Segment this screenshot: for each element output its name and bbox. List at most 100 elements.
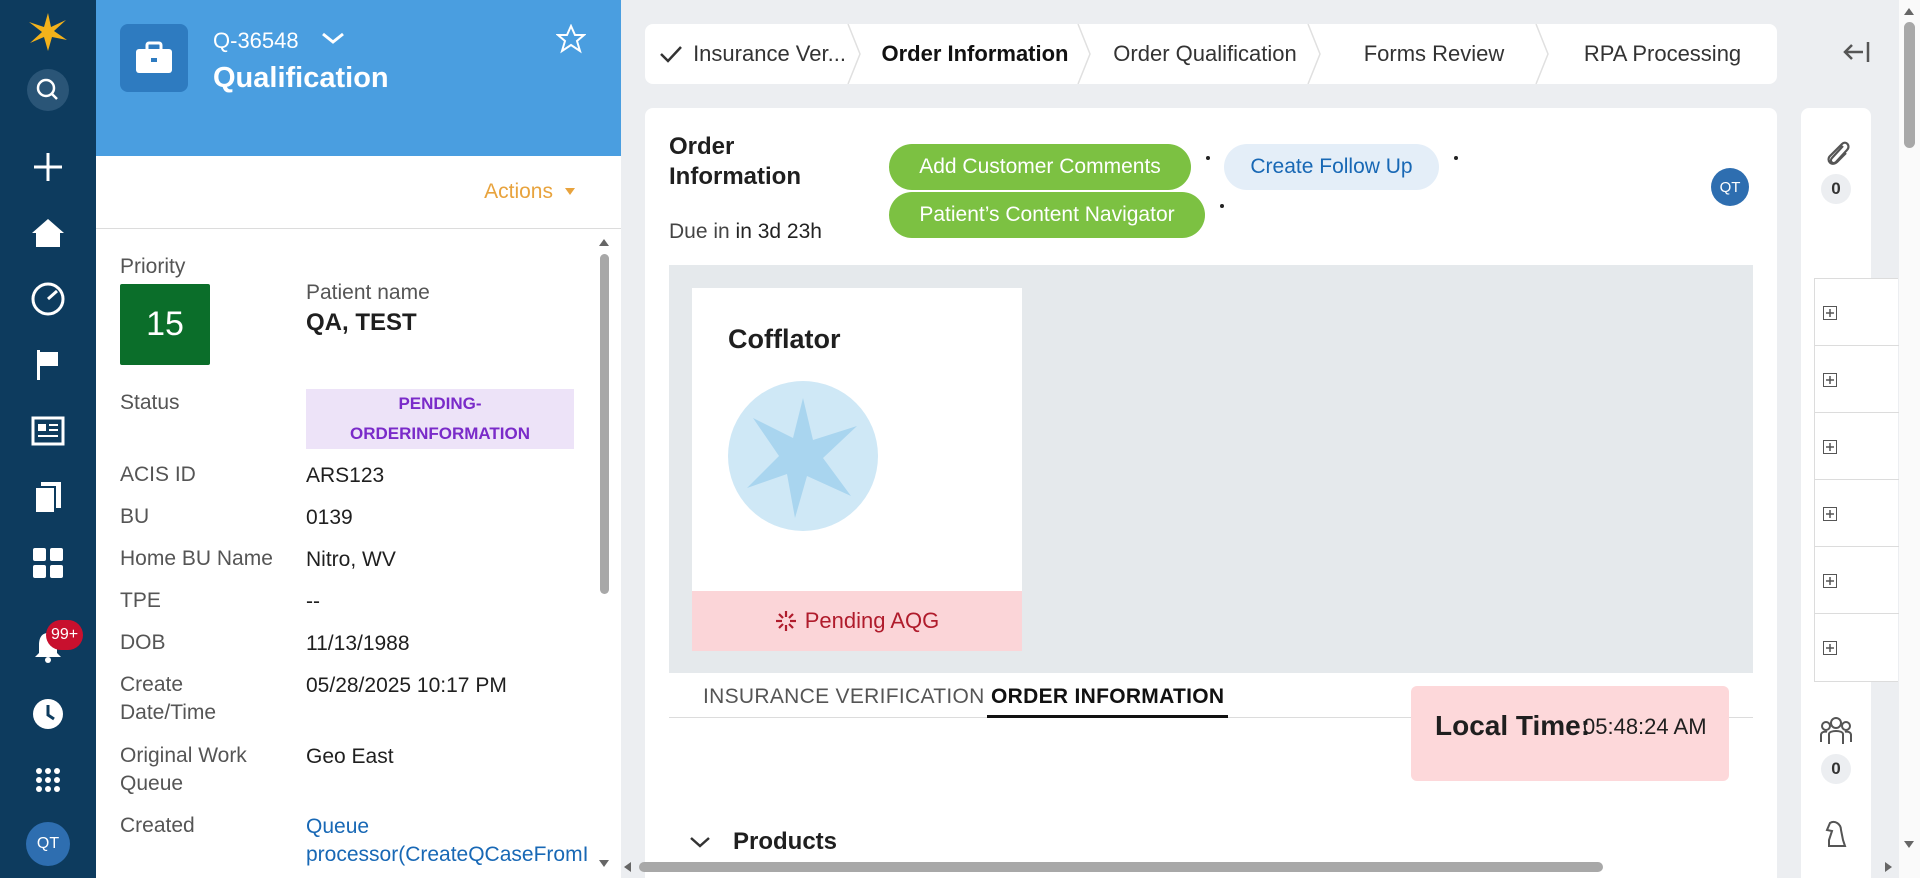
bu-value: 0139 xyxy=(306,506,353,529)
tpe-value: -- xyxy=(306,590,320,613)
divider xyxy=(96,228,621,229)
home-bu-label: Home BU Name xyxy=(120,547,273,570)
separator-dot xyxy=(1206,156,1210,160)
create-follow-up-button[interactable]: Create Follow Up xyxy=(1224,144,1439,190)
created-by-link[interactable]: Queue processor(CreateQCaseFromI xyxy=(306,813,596,869)
horizontal-scrollbar[interactable] xyxy=(621,858,1899,874)
product-name: Cofflator xyxy=(728,324,841,354)
stage-order-qualification[interactable]: Order Qualification xyxy=(1090,24,1321,84)
original-work-queue-label: Original Work Queue xyxy=(120,742,247,798)
spinner-icon xyxy=(775,611,796,631)
expand-plus-icon[interactable] xyxy=(1823,507,1837,521)
local-time-box: Local Time: 05:48:24 AM xyxy=(1411,686,1729,781)
history-icon[interactable] xyxy=(26,692,70,736)
due-date: Due in in 3d 23h xyxy=(669,220,822,244)
products-section-header[interactable]: Products xyxy=(689,828,837,856)
stage-insurance-verification[interactable]: Insurance Ver... xyxy=(645,24,861,84)
status-line-1: PENDING- xyxy=(398,394,482,413)
stage-forms-review[interactable]: Forms Review xyxy=(1320,24,1549,84)
status-line-2: ORDERINFORMATION xyxy=(349,424,531,443)
case-summary-panel: Q-36548 Qualification Actions Priority 1… xyxy=(96,0,621,878)
chevron-down-icon[interactable] xyxy=(320,28,346,53)
scroll-down-icon[interactable] xyxy=(1899,838,1920,852)
actions-label: Actions xyxy=(484,180,553,203)
create-label-line-1: Create xyxy=(120,673,184,696)
home-bu-value: Nitro, WV xyxy=(306,548,396,571)
collapse-panel-icon[interactable] xyxy=(1842,40,1872,69)
logo-icon[interactable] xyxy=(26,10,70,54)
chevron-down-icon xyxy=(690,837,710,848)
summary-scrollbar-thumb[interactable] xyxy=(600,254,609,594)
product-image-placeholder-icon xyxy=(727,380,879,537)
followers-icon[interactable] xyxy=(1819,716,1853,751)
stage-order-information[interactable]: Order Information xyxy=(860,24,1091,84)
dashboard-icon[interactable] xyxy=(26,277,70,321)
scroll-left-icon[interactable] xyxy=(621,860,633,874)
launcher-icon[interactable] xyxy=(26,758,70,802)
local-time-label: Local Time: xyxy=(1435,710,1591,741)
created-link-line-1: Queue xyxy=(306,815,370,838)
create-datetime-label: Create Date/Time xyxy=(120,671,216,727)
widget-row[interactable] xyxy=(1815,279,1899,346)
patient-name-value: QA, TEST xyxy=(306,309,417,336)
user-avatar[interactable]: QT xyxy=(26,822,70,866)
flag-icon[interactable] xyxy=(26,343,70,387)
bu-label: BU xyxy=(120,505,150,528)
status-badge: PENDING- ORDERINFORMATION xyxy=(306,389,574,449)
star-icon[interactable] xyxy=(555,23,587,59)
scroll-right-icon[interactable] xyxy=(1883,860,1895,874)
product-status: Pending AQG xyxy=(804,608,940,633)
chess-knight-icon[interactable] xyxy=(1823,818,1849,853)
expand-plus-icon[interactable] xyxy=(1823,373,1837,387)
widget-row[interactable] xyxy=(1815,614,1899,681)
scroll-up-icon[interactable] xyxy=(1899,4,1920,18)
paperclip-icon[interactable] xyxy=(1821,136,1851,175)
expand-plus-icon[interactable] xyxy=(1823,641,1837,655)
attachments-count: 0 xyxy=(1821,174,1851,204)
tab-order-information[interactable]: ORDER INFORMATION xyxy=(987,678,1229,718)
case-header: Q-36548 Qualification xyxy=(96,0,621,156)
home-icon[interactable] xyxy=(26,211,70,255)
stage-label: Forms Review xyxy=(1363,41,1505,66)
priority-label: Priority xyxy=(120,255,186,278)
create-label-line-2: Date/Time xyxy=(120,701,217,724)
acis-id-value: ARS123 xyxy=(306,464,385,487)
expand-plus-icon[interactable] xyxy=(1823,440,1837,454)
vertical-scrollbar-thumb[interactable] xyxy=(1904,22,1915,148)
widget-row[interactable] xyxy=(1815,547,1899,614)
owq-label-line-2: Queue xyxy=(120,772,184,795)
assignee-avatar[interactable]: QT xyxy=(1711,168,1749,206)
search-icon[interactable] xyxy=(26,68,70,112)
expand-plus-icon[interactable] xyxy=(1823,306,1837,320)
add-customer-comments-button[interactable]: Add Customer Comments xyxy=(889,144,1191,190)
scroll-up-icon[interactable] xyxy=(597,236,611,248)
case-title: Qualification xyxy=(213,62,389,94)
expand-plus-icon[interactable] xyxy=(1823,574,1837,588)
stage-label: Insurance Ver... xyxy=(693,41,846,66)
widget-row[interactable] xyxy=(1815,346,1899,413)
tpe-label: TPE xyxy=(120,589,161,612)
actions-menu[interactable]: Actions xyxy=(484,180,575,204)
separator-dot xyxy=(1220,204,1224,208)
acis-id-label: ACIS ID xyxy=(120,463,196,486)
stage-label: RPA Processing xyxy=(1583,41,1742,66)
tab-insurance-verification[interactable]: INSURANCE VERIFICATION xyxy=(703,678,985,718)
apps-grid-icon[interactable] xyxy=(26,541,70,585)
expandable-widgets-column xyxy=(1814,278,1899,682)
product-card[interactable]: Cofflator Pending AQG xyxy=(692,288,1022,651)
stage-label: Order Qualification xyxy=(1113,41,1297,66)
widget-row[interactable] xyxy=(1815,413,1899,480)
followers-count: 0 xyxy=(1821,754,1851,784)
stage-rpa-processing[interactable]: RPA Processing xyxy=(1548,24,1777,84)
documents-icon[interactable] xyxy=(26,475,70,519)
plus-icon[interactable] xyxy=(26,145,70,189)
widget-row[interactable] xyxy=(1815,480,1899,547)
summary-scrollbar[interactable] xyxy=(597,232,611,872)
news-icon[interactable] xyxy=(26,409,70,453)
scroll-down-icon[interactable] xyxy=(597,858,611,870)
products-section-title: Products xyxy=(733,828,838,855)
patients-content-navigator-button[interactable]: Patient’s Content Navigator xyxy=(889,192,1205,238)
horizontal-scrollbar-thumb[interactable] xyxy=(639,862,1603,872)
vertical-scrollbar[interactable] xyxy=(1899,0,1920,878)
status-label: Status xyxy=(120,391,180,414)
